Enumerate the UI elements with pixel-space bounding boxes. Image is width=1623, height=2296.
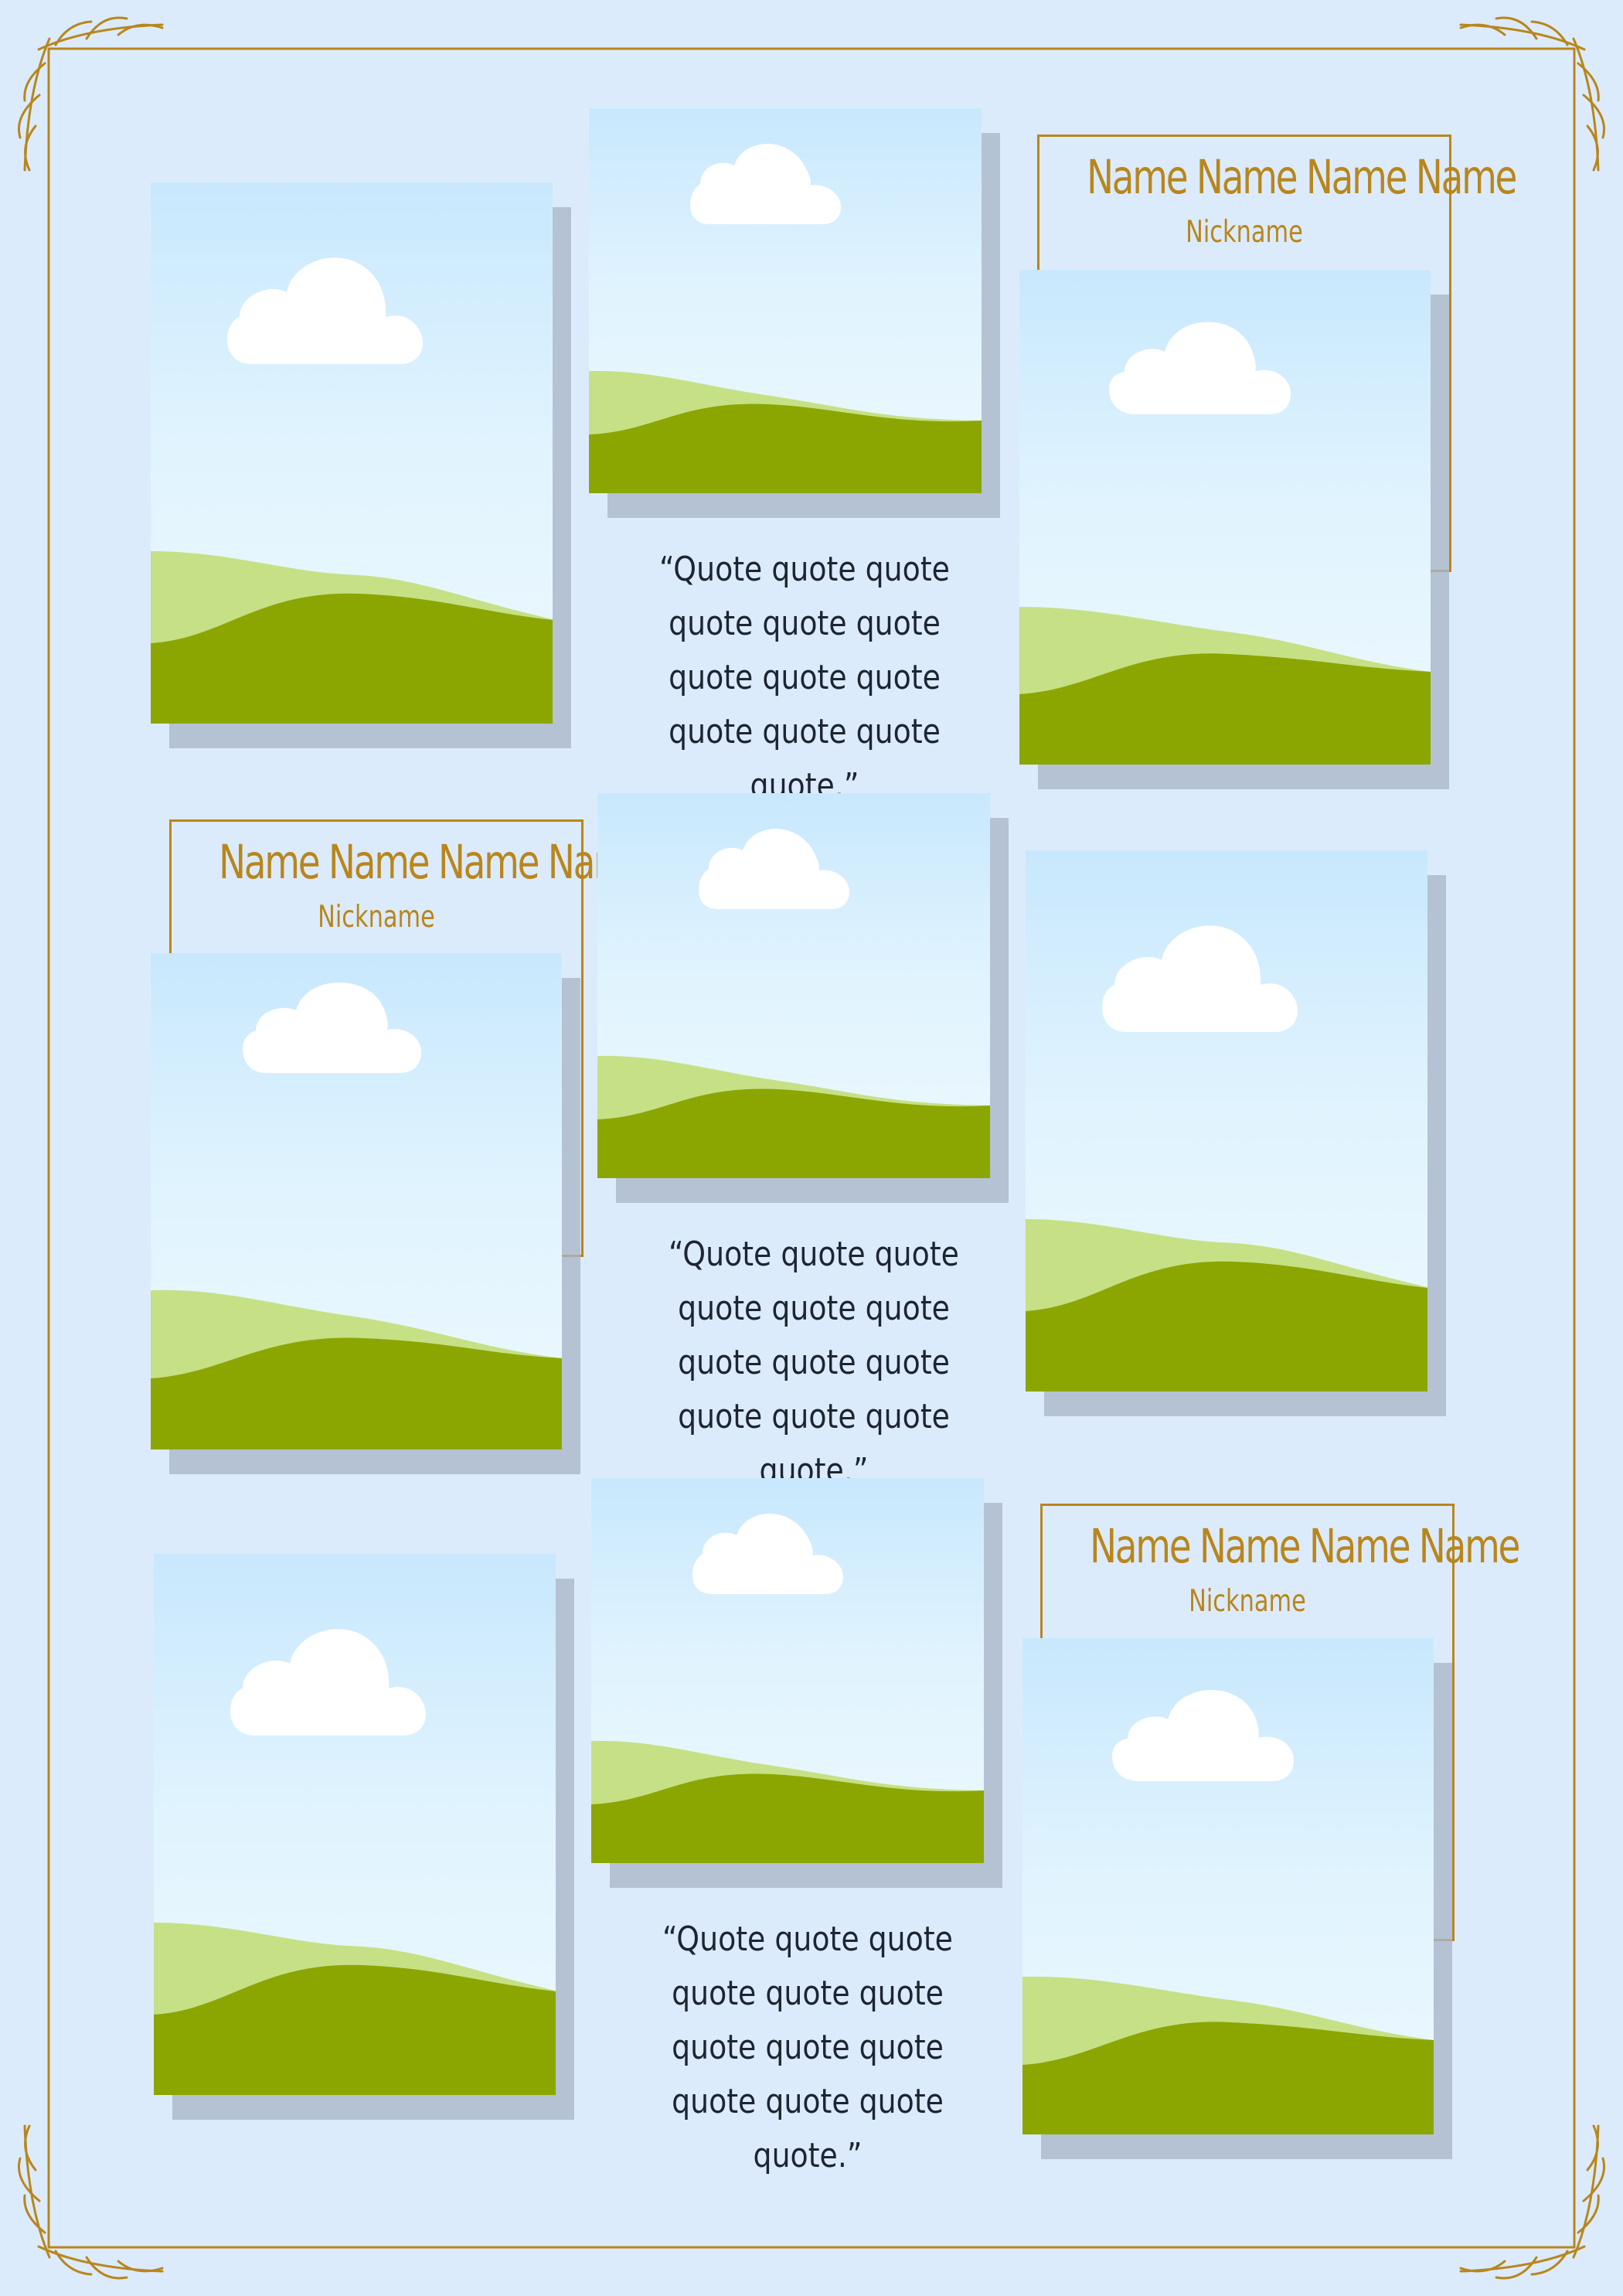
photo-placeholder-r2-middle	[597, 793, 990, 1178]
photo-placeholder-r1-middle	[589, 108, 982, 493]
landscape-placeholder-icon	[591, 1514, 984, 1863]
student-nickname: Nickname	[1186, 215, 1303, 250]
landscape-placeholder-icon	[151, 982, 562, 1449]
landscape-placeholder-icon	[151, 257, 553, 724]
photo-placeholder-r3-left	[154, 1554, 556, 2095]
photo-placeholder-r1-right	[1019, 270, 1431, 765]
photo-placeholder-r2-right	[1026, 850, 1427, 1392]
landscape-placeholder-icon	[1022, 1690, 1434, 2134]
quote-text: “Quote quote quote quote quote quote quo…	[659, 550, 950, 806]
student-nickname: Nickname	[318, 900, 435, 935]
landscape-placeholder-icon	[589, 144, 982, 493]
photo-placeholder-r3-right	[1022, 1638, 1434, 2134]
photo-placeholder-r3-middle	[591, 1478, 984, 1863]
landscape-placeholder-icon	[1019, 322, 1431, 765]
student-name: Name Name Name Name	[218, 835, 650, 890]
quote-text: “Quote quote quote quote quote quote quo…	[669, 1235, 959, 1490]
quote-text: “Quote quote quote quote quote quote quo…	[662, 1920, 953, 2175]
landscape-placeholder-icon	[154, 1629, 556, 2095]
student-name: Name Name Name Name	[1086, 150, 1518, 205]
yearbook-page: “Quote quote quote quote quote quote quo…	[0, 0, 1623, 2296]
photo-placeholder-r1-left	[151, 182, 553, 724]
landscape-placeholder-icon	[1026, 925, 1427, 1392]
student-nickname: Nickname	[1189, 1584, 1306, 1619]
photo-placeholder-r2-left	[151, 953, 562, 1449]
landscape-placeholder-icon	[597, 829, 990, 1178]
student-name: Name Name Name Name	[1089, 1519, 1521, 1574]
